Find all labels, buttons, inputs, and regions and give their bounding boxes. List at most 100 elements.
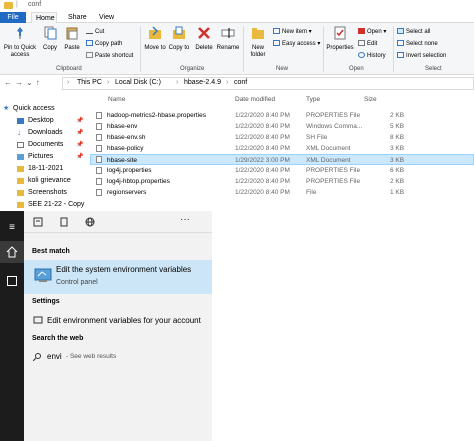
file-row[interactable]: regionservers 1/22/2020 8:40 PM File 1 K… (90, 187, 474, 198)
pin-icon: 📌 (76, 118, 84, 124)
open-button[interactable]: Open ▾ (358, 28, 386, 36)
breadcrumb-hbase[interactable]: hbase-2.4.9 (184, 79, 221, 86)
breadcrumb-this-pc[interactable]: This PC (77, 79, 102, 86)
open-icon (358, 28, 365, 34)
file-icon (96, 134, 102, 141)
best-match-title: Edit the system environment variables (56, 265, 192, 274)
tab-share[interactable]: Share (64, 12, 91, 23)
breadcrumb-local-disk[interactable]: Local Disk (C:) (115, 79, 161, 86)
copy-path-icon (86, 40, 93, 46)
file-icon (96, 123, 102, 130)
home-button[interactable] (0, 241, 24, 263)
cut-button[interactable]: Cut (86, 28, 104, 36)
select-none-icon (397, 40, 404, 46)
move-to-button[interactable]: Move to (144, 26, 166, 52)
tab-view[interactable]: View (95, 12, 118, 23)
file-row[interactable]: log4j-hbtop.properties 1/22/2020 8:40 PM… (90, 176, 474, 187)
file-row-selected[interactable]: hbase-site 1/29/2022 3:00 PM XML Documen… (90, 154, 474, 165)
best-match-result[interactable]: Edit the system environment variables Co… (24, 260, 212, 294)
column-header-type[interactable]: Type (306, 96, 320, 103)
delete-button[interactable]: Delete (193, 26, 215, 52)
documents-filter-icon[interactable] (59, 217, 69, 227)
copy-button[interactable]: Copy (40, 26, 60, 52)
invert-selection-button[interactable]: Invert selection (397, 52, 446, 60)
file-row[interactable]: hbase-policy 1/22/2020 8:40 PM XML Docum… (90, 143, 474, 154)
settings-result-label: Edit environment variables for your acco… (47, 316, 201, 325)
edit-button[interactable]: Edit (358, 40, 377, 48)
nav-item-folder[interactable]: 18-11-2021 (0, 163, 90, 175)
best-match-subtitle: Control panel (56, 279, 98, 286)
apps-filter-icon[interactable] (33, 217, 43, 227)
nav-item-documents[interactable]: Documents 📌 (0, 139, 90, 151)
file-icon (96, 167, 102, 174)
nav-item-downloads[interactable]: ↓ Downloads 📌 (0, 127, 90, 139)
organize-group-label: Organize (180, 66, 205, 72)
address-bar[interactable]: › This PC › Local Disk (C:) › hbase-2.4.… (62, 77, 474, 90)
ribbon-separator (243, 26, 244, 72)
chevron-right-icon: › (176, 79, 179, 86)
nav-item-desktop[interactable]: Desktop 📌 (0, 115, 90, 127)
nav-item-folder[interactable]: SEE 21-22 - Copy (0, 199, 90, 211)
tab-file[interactable]: File (0, 12, 26, 23)
nav-item-folder[interactable]: Screenshots (0, 187, 90, 199)
start-rail: ≡ (0, 211, 24, 441)
search-icon (33, 353, 41, 361)
pin-quick-access-button[interactable]: Pin to Quick access (2, 26, 38, 59)
column-header-date[interactable]: Date modified (235, 96, 275, 103)
settings-result[interactable]: Edit environment variables for your acco… (24, 312, 212, 330)
star-icon: ★ (3, 105, 10, 112)
file-row[interactable]: log4j.properties 1/22/2020 8:40 PM PROPE… (90, 165, 474, 176)
nav-quick-access[interactable]: ★ Quick access (0, 103, 90, 115)
select-all-button[interactable]: Select all (397, 28, 430, 36)
new-group-label: New (276, 66, 289, 72)
ribbon-separator (323, 26, 324, 72)
chevron-right-icon: › (67, 79, 70, 86)
file-row[interactable]: hadoop-metrics2-hbase.properties 1/22/20… (90, 110, 474, 121)
file-icon (96, 112, 102, 119)
rename-button[interactable]: Rename (216, 26, 240, 52)
delete-x-icon (198, 27, 210, 39)
copy-path-button[interactable]: Copy path (86, 40, 122, 48)
properties-label: Properties (326, 45, 354, 51)
file-row[interactable]: hbase-env 1/22/2020 8:40 PM Windows Comm… (90, 121, 474, 132)
web-search-result[interactable]: envi - See web results (24, 349, 212, 365)
copy-to-button[interactable]: Copy to (168, 26, 190, 52)
file-row[interactable]: hbase-env.sh 1/22/2020 8:40 PM SH File 8… (90, 132, 474, 143)
new-item-icon (273, 28, 280, 34)
paste-button[interactable]: Paste (62, 26, 82, 52)
home-icon (6, 246, 18, 258)
nav-arrows-icon[interactable]: ←→⌄↑ (4, 78, 43, 87)
new-item-button[interactable]: New item ▾ (273, 28, 312, 36)
download-arrow-icon: ↓ (17, 128, 21, 137)
history-icon (358, 52, 365, 58)
edit-icon (358, 40, 365, 46)
web-search-query: envi (47, 352, 62, 361)
web-globe-icon[interactable] (85, 217, 95, 227)
delete-label: Delete (195, 45, 213, 51)
more-options-icon[interactable]: ··· (180, 214, 190, 225)
history-button[interactable]: History (358, 52, 386, 60)
nav-item-folder[interactable]: koli grievance (0, 175, 90, 187)
copy-icon (44, 26, 57, 40)
window-title: conf (28, 1, 42, 8)
breadcrumb-conf[interactable]: conf (234, 79, 247, 86)
column-header-size[interactable]: Size (364, 96, 377, 103)
pictures-icon (17, 154, 24, 160)
select-none-button[interactable]: Select none (397, 40, 438, 48)
copy-to-label: Copy to (168, 45, 190, 51)
new-folder-button[interactable]: New folder (246, 26, 270, 59)
paste-shortcut-icon (86, 52, 93, 58)
paste-shortcut-button[interactable]: Paste shortcut (86, 52, 133, 60)
hamburger-icon[interactable]: ≡ (5, 223, 19, 233)
pin-label: Pin to Quick access (3, 45, 37, 58)
clipboard-group-label: Clipboard (56, 66, 82, 72)
select-group-label: Select (425, 66, 442, 72)
folder-icon (17, 202, 24, 208)
tab-home[interactable]: Home (31, 12, 57, 23)
navigation-pane: ★ Quick access Desktop 📌 ↓ Downloads 📌 D… (0, 93, 90, 215)
properties-button[interactable]: Properties (325, 26, 355, 52)
easy-access-button[interactable]: Easy access ▾ (273, 40, 320, 48)
nav-item-pictures[interactable]: Pictures 📌 (0, 151, 90, 163)
documents-rail-icon[interactable] (7, 276, 17, 286)
column-header-name[interactable]: Name (108, 96, 125, 103)
